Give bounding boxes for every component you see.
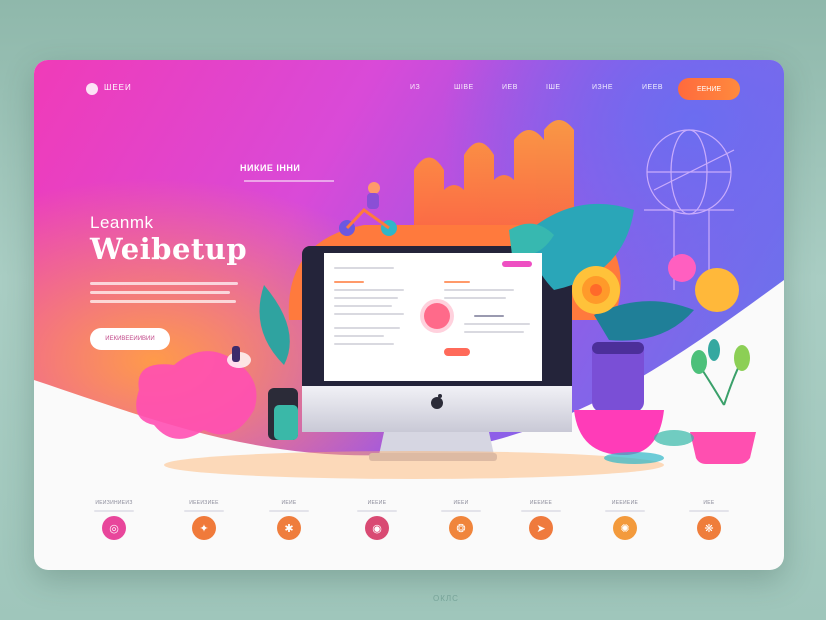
- chart-icon: ✦: [192, 516, 216, 540]
- feature-label: ИЕИЗИНИЕИЗ: [95, 500, 133, 506]
- screen-badge: [502, 261, 532, 267]
- feature-item-4[interactable]: ИЕЕИЕ ◉: [342, 500, 412, 540]
- heart-icon: ❋: [697, 516, 721, 540]
- feature-item-5[interactable]: ИЕЕИ ❂: [426, 500, 496, 540]
- feature-item-6[interactable]: ИЕЕИЕЕ ➤: [506, 500, 576, 540]
- feature-label: ИЕЕИЕЕ: [529, 500, 553, 506]
- nav-link-2[interactable]: ШІВЕ: [454, 84, 474, 91]
- hero-eyebrow: Leanmk: [90, 213, 154, 232]
- nav-link-3[interactable]: ИЕВ: [502, 84, 518, 91]
- hero-kicker: НИКИЕ ІННИ: [240, 163, 301, 173]
- logo-icon[interactable]: [86, 83, 98, 95]
- monitor-screen: [324, 253, 542, 381]
- feature-item-2[interactable]: ИЕЕИЗИЕЕ ✦: [169, 500, 239, 540]
- feature-label: ИЕЕИЕ: [367, 500, 387, 506]
- feature-item-1[interactable]: ИЕИЗИНИЕИЗ ◎: [79, 500, 149, 540]
- gear-icon: ✱: [277, 516, 301, 540]
- watermark: ОКЛС: [433, 594, 459, 603]
- nav-link-1[interactable]: ИЗ: [410, 84, 420, 91]
- hero-paragraph: [90, 282, 238, 309]
- top-navigation: ШЕЕИ ИЗ ШІВЕ ИЕВ ІШЕ ИЗНЕ ИЕЕВ ЕЕНИЕ: [34, 78, 784, 100]
- feature-item-8[interactable]: ИЕЕ ❋: [674, 500, 744, 540]
- star-icon: ❂: [449, 516, 473, 540]
- screen-target-icon: [424, 303, 450, 329]
- features-row: ИЕИЗИНИЕИЗ ◎ ИЕЕИЗИЕЕ ✦ ИЕИЕ ✱ ИЕЕИЕ ◉ И…: [34, 500, 784, 560]
- feature-label: ИЕЕИЗИЕЕ: [189, 500, 219, 506]
- hero-headline: Weibetup: [90, 232, 248, 266]
- feature-label: ИЕИЕ: [281, 500, 297, 506]
- nav-link-4[interactable]: ІШЕ: [546, 84, 561, 91]
- feature-label: ИЕЕИ: [453, 500, 469, 506]
- feature-label: ИЕЕ: [703, 500, 715, 506]
- nav-link-6[interactable]: ИЕЕВ: [642, 84, 663, 91]
- feature-item-7[interactable]: ИЕЕИЕИЕ ✺: [590, 500, 660, 540]
- nav-cta-button[interactable]: ЕЕНИЕ: [678, 78, 740, 100]
- feature-label: ИЕЕИЕИЕ: [611, 500, 639, 506]
- logo-text[interactable]: ШЕЕИ: [104, 83, 132, 92]
- kicker-underline: [244, 180, 334, 182]
- screen-button[interactable]: [444, 348, 470, 356]
- hero-cta-button[interactable]: ИЕКИВЕЕИИВИИ: [90, 328, 170, 350]
- rocket-icon: ➤: [529, 516, 553, 540]
- nav-link-5[interactable]: ИЗНЕ: [592, 84, 613, 91]
- globe-icon: ◉: [365, 516, 389, 540]
- feature-item-3[interactable]: ИЕИЕ ✱: [254, 500, 324, 540]
- website-mockup-card: ШЕЕИ ИЗ ШІВЕ ИЕВ ІШЕ ИЗНЕ ИЕЕВ ЕЕНИЕ НИК…: [34, 60, 784, 570]
- bulb-icon: ✺: [613, 516, 637, 540]
- target-icon: ◎: [102, 516, 126, 540]
